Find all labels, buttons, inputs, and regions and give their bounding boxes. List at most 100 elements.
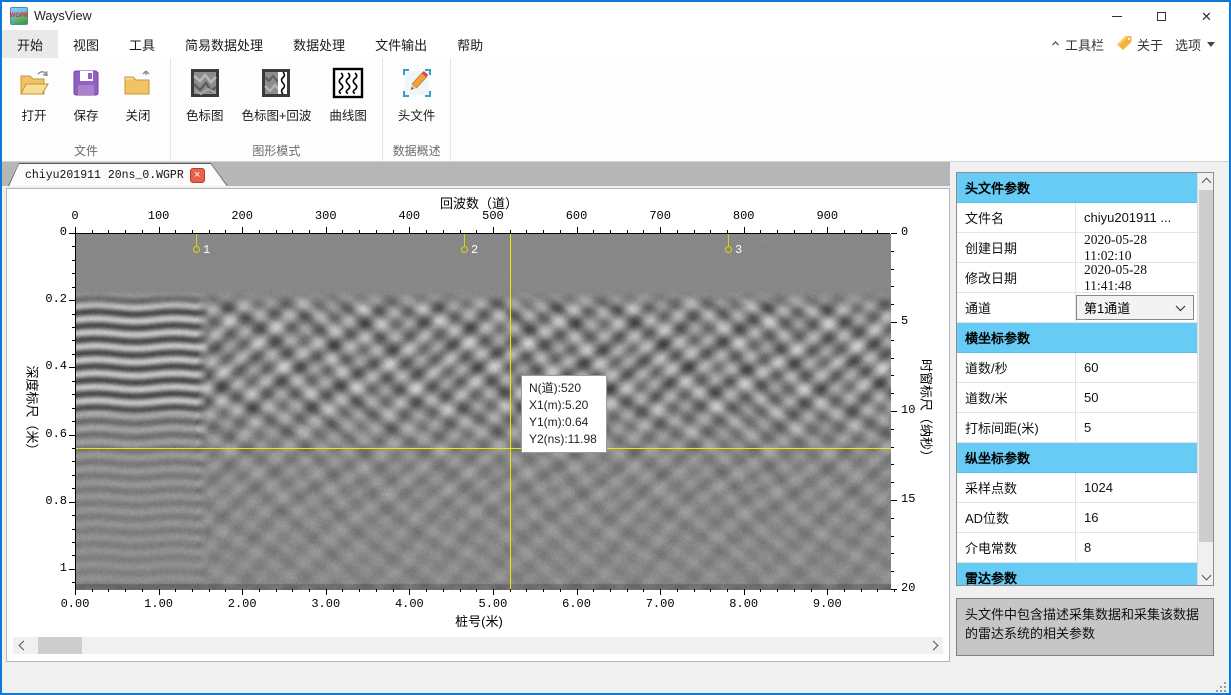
- top-axis-tick: [309, 230, 310, 233]
- ribbon-button-头文件[interactable]: 头文件: [389, 62, 445, 128]
- left-axis-tick: [72, 381, 75, 382]
- tab-close-button[interactable]: ×: [190, 168, 205, 183]
- menu-tab-5[interactable]: 数据处理: [278, 30, 360, 58]
- menu-tab-6[interactable]: 文件输出: [360, 30, 442, 58]
- close-button[interactable]: ✕: [1184, 2, 1229, 30]
- row-value[interactable]: 2020-05-28 11:02:10: [1076, 233, 1197, 262]
- bottom-axis-tick: [744, 589, 745, 595]
- chevron-down-icon: [1175, 300, 1186, 315]
- row-value[interactable]: 50: [1076, 383, 1197, 412]
- row-value[interactable]: 5: [1076, 413, 1197, 442]
- top-axis-tick: [727, 230, 728, 233]
- bottom-axis-tick: [827, 589, 828, 595]
- left-axis-tick: [72, 327, 75, 328]
- left-axis-tick: [69, 233, 75, 234]
- top-axis-tick: [593, 230, 594, 233]
- horizontal-scrollbar[interactable]: [13, 637, 943, 654]
- ribbon-group-2: 色标图色标图+回波曲线图图形模式: [171, 58, 383, 161]
- radargram-plot[interactable]: 123: [75, 233, 890, 589]
- row-value[interactable]: 60: [1076, 353, 1197, 382]
- top-axis-tick: [426, 230, 427, 233]
- right-axis-tick: [891, 447, 894, 448]
- ribbon-button-打开[interactable]: 打开: [8, 62, 60, 128]
- row-label: 修改日期: [957, 263, 1076, 292]
- ribbon-button-保存[interactable]: 保存: [60, 62, 112, 128]
- row-value[interactable]: 8: [1076, 533, 1197, 562]
- chevron-down-icon: [1201, 571, 1211, 581]
- bottom-axis-tick-label: 7.00: [630, 597, 690, 611]
- crosshair-tooltip: N(道):520X1(m):5.20Y1(m):0.64Y2(ns):11.98: [521, 375, 607, 453]
- right-axis-tick-label: 5: [901, 314, 931, 328]
- bottom-axis-tick: [660, 589, 661, 595]
- hscroll-thumb[interactable]: [38, 637, 82, 654]
- minimize-button[interactable]: [1094, 2, 1139, 30]
- ribbon-button-色标图[interactable]: 色标图: [177, 62, 233, 128]
- top-axis-tick: [125, 230, 126, 233]
- scroll-left-arrow[interactable]: [13, 637, 30, 654]
- left-axis-tick: [72, 354, 75, 355]
- scroll-down-arrow[interactable]: [1198, 569, 1214, 585]
- menu-tab-4[interactable]: 简易数据处理: [170, 30, 278, 58]
- ribbon-button-关闭[interactable]: 关闭: [112, 62, 164, 128]
- bottom-axis-tick: [125, 589, 126, 592]
- top-axis-tick: [577, 227, 578, 233]
- section-header-头文件参数: 头文件参数: [957, 173, 1197, 203]
- scroll-up-arrow[interactable]: [1198, 173, 1214, 189]
- row-label: AD位数: [957, 503, 1076, 532]
- options-label: 选项: [1175, 35, 1201, 54]
- right-axis-tick: [891, 518, 894, 519]
- resize-grip[interactable]: [1216, 682, 1226, 692]
- marker-label: 1: [203, 243, 210, 257]
- top-axis-tick: [225, 230, 226, 233]
- ribbon-button-色标图+回波[interactable]: 色标图+回波: [233, 62, 321, 128]
- radargram-canvas[interactable]: [76, 234, 891, 590]
- options-button[interactable]: 选项: [1171, 35, 1219, 54]
- bottom-axis-tick: [760, 589, 761, 592]
- row-value[interactable]: chiyu201911 ...: [1076, 203, 1197, 232]
- right-axis-title: 时窗标尺（纳秒）: [918, 359, 937, 463]
- bottom-axis-tick: [75, 589, 76, 595]
- bottom-axis-title: 桩号(米): [7, 611, 951, 630]
- ribbon-button-label: 色标图+回波: [242, 105, 312, 124]
- right-axis-tick: [891, 286, 894, 287]
- toolbar-toggle[interactable]: 工具栏: [1046, 35, 1108, 54]
- right-axis-tick-label: 15: [901, 492, 931, 506]
- section-header-雷达参数: 雷达参数: [957, 563, 1197, 585]
- colormap-wave-icon: [259, 66, 293, 100]
- bottom-axis-tick: [142, 589, 143, 592]
- scroll-right-arrow[interactable]: [926, 637, 943, 654]
- row-value[interactable]: 1024: [1076, 473, 1197, 502]
- save-floppy-icon: [69, 66, 103, 100]
- left-axis-tick: [72, 461, 75, 462]
- menu-tab-7[interactable]: 帮助: [442, 30, 498, 58]
- table-row: 修改日期2020-05-28 11:41:48: [957, 263, 1197, 293]
- top-axis-tick: [610, 230, 611, 233]
- vscroll-thumb[interactable]: [1199, 190, 1213, 542]
- row-value[interactable]: 16: [1076, 503, 1197, 532]
- marker-label: 3: [735, 243, 742, 257]
- ribbon-button-label: 关闭: [125, 105, 150, 124]
- bottom-axis-tick: [159, 589, 160, 595]
- top-axis-tick: [276, 230, 277, 233]
- menu-tab-2[interactable]: 视图: [58, 30, 114, 58]
- vertical-scrollbar[interactable]: [1197, 173, 1213, 585]
- document-tab[interactable]: chiyu201911 20ns_0.WGPR ×: [8, 163, 228, 186]
- top-axis-tick: [393, 230, 394, 233]
- about-button[interactable]: 关于: [1112, 35, 1167, 54]
- bottom-axis-tick: [727, 589, 728, 592]
- tooltip-line: Y1(m):0.64: [529, 414, 599, 431]
- hscroll-track[interactable]: [30, 637, 926, 654]
- ribbon-button-曲线图[interactable]: 曲线图: [320, 62, 376, 128]
- menu-bar: 开始视图工具简易数据处理数据处理文件输出帮助 工具栏 关于 选项: [2, 30, 1229, 58]
- maximize-button[interactable]: [1139, 2, 1184, 30]
- chevron-left-icon: [18, 641, 28, 651]
- menu-tab-1[interactable]: 开始: [2, 30, 58, 58]
- top-axis-tick: [744, 227, 745, 233]
- menu-tab-3[interactable]: 工具: [114, 30, 170, 58]
- channel-combobox[interactable]: 第1通道: [1076, 295, 1194, 320]
- row-value[interactable]: 2020-05-28 11:41:48: [1076, 263, 1197, 292]
- header-edit-icon: [400, 66, 434, 100]
- bottom-axis-tick: [543, 589, 544, 592]
- bottom-axis-tick: [108, 589, 109, 592]
- bottom-axis-tick: [627, 589, 628, 592]
